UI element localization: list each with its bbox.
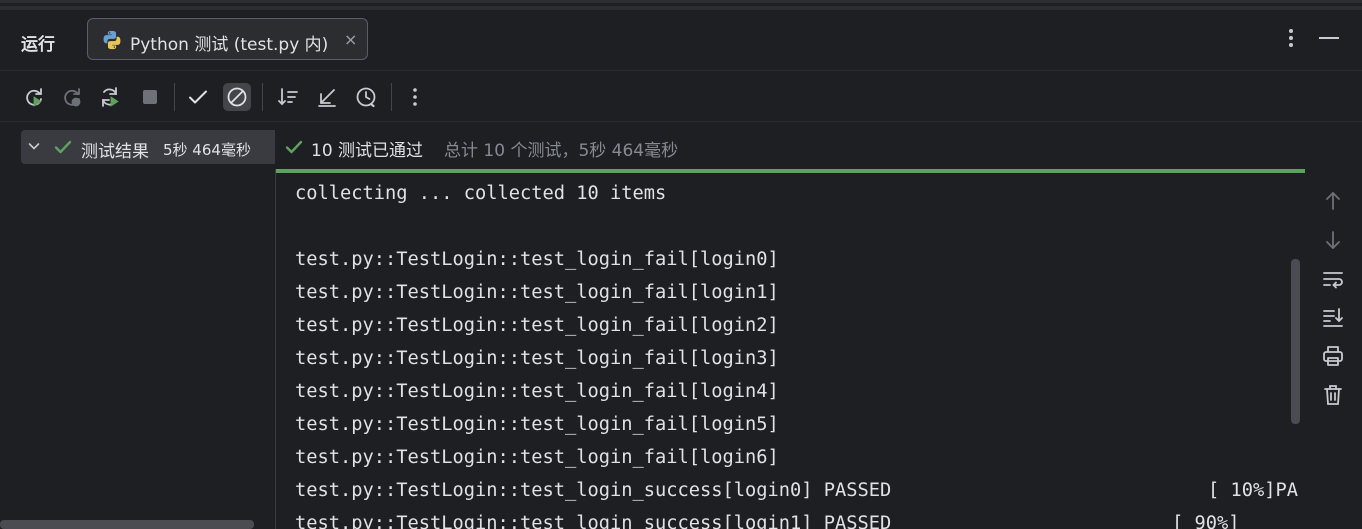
trash-icon[interactable] [1321, 383, 1345, 407]
sort-icon[interactable] [274, 83, 302, 111]
console-line: test.py::TestLogin::test_login_fail[logi… [295, 282, 779, 303]
passed-count: 10 测试已通过 [311, 141, 424, 161]
top-strip [0, 0, 1362, 10]
soft-wrap-icon[interactable] [1321, 267, 1345, 291]
stop-icon[interactable] [136, 83, 164, 111]
rerun-failed-icon[interactable] [58, 83, 86, 111]
console-progress: [ 90%] [1172, 513, 1240, 529]
summary-text: 总计 10 个测试，5秒 464毫秒 [444, 141, 679, 161]
passed-check-icon [285, 140, 303, 154]
more-options-icon[interactable] [1282, 24, 1300, 52]
console-line: test.py::TestLogin::test_login_fail[logi… [295, 348, 779, 369]
collapse-icon[interactable] [313, 83, 341, 111]
more-icon[interactable] [401, 83, 429, 111]
test-results-node[interactable]: 测试结果 5秒 464毫秒 [21, 130, 275, 164]
toggle-auto-test-icon[interactable] [96, 83, 124, 111]
print-icon[interactable] [1321, 344, 1345, 368]
tab-title: Python 测试 (test.py 内) [130, 35, 329, 55]
test-status-bar: 10 测试已通过 总计 10 个测试，5秒 464毫秒 [275, 123, 1362, 169]
show-passed-icon[interactable] [184, 83, 212, 111]
console-line: test.py::TestLogin::test_login_fail[logi… [295, 249, 779, 270]
tab-python-tests[interactable]: Python 测试 (test.py 内) × [87, 18, 368, 60]
console-line: test.py::TestLogin::test_login_fail[logi… [295, 447, 779, 468]
console-line: test.py::TestLogin::test_login_fail[logi… [295, 381, 779, 402]
test-results-duration: 5秒 464毫秒 [163, 141, 251, 159]
console-line: test.py::TestLogin::test_login_fail[logi… [295, 414, 779, 435]
close-tab-icon[interactable]: × [344, 30, 357, 49]
passed-check-icon [54, 140, 72, 154]
test-results-label: 测试结果 [81, 142, 149, 162]
console-line: test.py::TestLogin::test_login_success[l… [295, 480, 892, 501]
python-icon [103, 30, 121, 50]
console-line: test.py::TestLogin::test_login_success[l… [295, 513, 892, 529]
arrow-down-icon[interactable] [1321, 228, 1345, 252]
history-icon[interactable] [352, 83, 380, 111]
arrow-up-icon[interactable] [1321, 189, 1345, 213]
test-toolbar [0, 70, 1362, 122]
console-line: test.py::TestLogin::test_login_fail[logi… [295, 315, 779, 336]
console-line: collecting ... collected 10 items [295, 183, 667, 204]
rerun-icon[interactable] [20, 83, 48, 111]
show-ignored-icon[interactable] [223, 83, 251, 111]
minimize-icon[interactable] [1319, 37, 1339, 39]
test-tree: 测试结果 5秒 464毫秒 [0, 123, 275, 529]
vertical-scrollbar[interactable] [1291, 259, 1300, 424]
horizontal-scrollbar[interactable] [0, 520, 254, 529]
console-actions [1305, 169, 1362, 529]
run-panel-header: 运行 Python 测试 (test.py 内) × [0, 10, 1362, 70]
console-progress: [ 10%]PA [1208, 480, 1299, 501]
chevron-down-icon[interactable] [27, 139, 41, 153]
run-panel-title: 运行 [21, 35, 55, 55]
console-output[interactable]: collecting ... collected 10 items test.p… [276, 173, 1305, 529]
scroll-to-end-icon[interactable] [1321, 305, 1345, 329]
